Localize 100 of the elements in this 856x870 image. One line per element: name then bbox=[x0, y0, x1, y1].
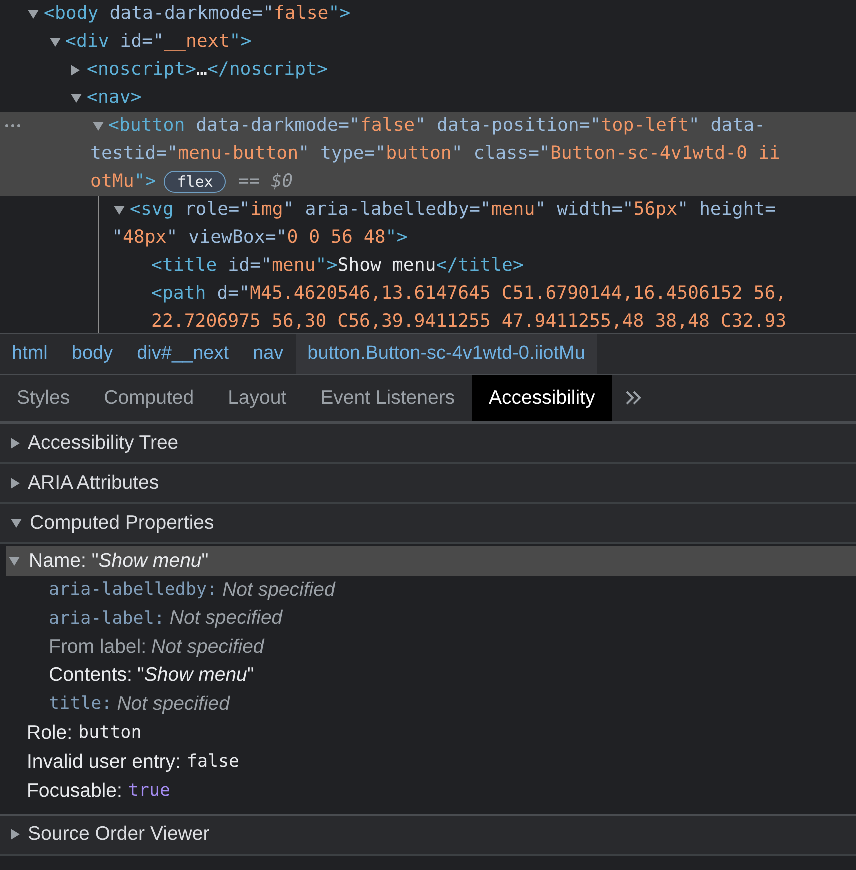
panel-tab[interactable]: Event Listeners bbox=[304, 375, 472, 421]
section-title: Computed Properties bbox=[30, 512, 214, 534]
code-token: <button bbox=[108, 114, 186, 138]
breadcrumb-item[interactable]: body bbox=[60, 334, 126, 374]
code-token: data-darkmode bbox=[108, 2, 252, 26]
code-token: <nav> bbox=[87, 86, 142, 110]
code-token: =" bbox=[528, 142, 550, 166]
source-label: Contents: bbox=[49, 664, 132, 688]
code-token: menu-button bbox=[178, 142, 299, 166]
property-label: Focusable: bbox=[27, 780, 122, 802]
code-token: 0 0 56 48 bbox=[287, 226, 386, 250]
code-token: =" bbox=[469, 198, 492, 222]
code-token: " bbox=[688, 114, 700, 138]
code-token: " bbox=[283, 198, 294, 222]
code-token: Button-sc-4v1wtd-0 ii bbox=[550, 142, 780, 166]
code-token: =" bbox=[228, 282, 250, 306]
code-token: =" bbox=[156, 142, 178, 166]
section-header[interactable]: ARIA Attributes bbox=[0, 464, 856, 504]
caret-down-icon[interactable] bbox=[114, 206, 125, 215]
code-token: id bbox=[227, 254, 250, 278]
code-token: =" bbox=[252, 2, 274, 26]
code-token: data- bbox=[710, 114, 766, 138]
panel-tab[interactable]: Layout bbox=[211, 375, 304, 421]
section-title: ARIA Attributes bbox=[28, 472, 160, 494]
section-header[interactable]: Accessibility Tree bbox=[0, 424, 856, 464]
panel-tab[interactable]: Styles bbox=[0, 375, 88, 421]
code-token: <noscript> bbox=[87, 58, 196, 82]
code-token: =" bbox=[612, 198, 634, 222]
source-label: aria-label: bbox=[49, 608, 165, 629]
code-token: "> bbox=[230, 30, 252, 54]
code-token: <div bbox=[66, 30, 110, 54]
code-token: otMu bbox=[90, 170, 134, 194]
code-token: M45.4620546,13.6147645 C51.6790144,16.4506152 56, bbox=[250, 282, 787, 306]
caret-down-icon[interactable] bbox=[92, 122, 104, 131]
code-token: role bbox=[184, 198, 229, 222]
code-token: menu bbox=[491, 198, 536, 222]
console-reference: == $0 bbox=[238, 170, 294, 194]
code-token: data-darkmode bbox=[195, 114, 338, 138]
more-icon[interactable] bbox=[4, 123, 22, 129]
breadcrumb-item[interactable]: button.Button-sc-4v1wtd-0.iiotMu bbox=[296, 334, 598, 374]
caret-down-icon[interactable] bbox=[50, 38, 60, 47]
code-token: " bbox=[452, 142, 463, 166]
code-token: =" bbox=[338, 114, 360, 138]
code-token: img bbox=[250, 198, 284, 222]
code-token: </noscript> bbox=[207, 58, 328, 82]
property-label: Role: bbox=[27, 722, 73, 744]
breadcrumb-item[interactable]: div#__next bbox=[125, 334, 242, 374]
code-token: <path bbox=[152, 282, 206, 306]
code-token: Show menu bbox=[338, 254, 436, 278]
source-value: Not specified bbox=[117, 692, 230, 716]
code-token: 22.7206975 56,30 C56,39.9411255 47.9411255,48 38,48 C32.93 bbox=[152, 310, 787, 333]
code-token: =" bbox=[579, 114, 602, 138]
code-token: class bbox=[472, 142, 529, 166]
accessible-name: Name: "Show menu" bbox=[29, 550, 209, 572]
section-title: Source Order Viewer bbox=[28, 823, 210, 846]
code-token: "> bbox=[386, 226, 408, 250]
double-chevron-icon[interactable] bbox=[626, 391, 642, 405]
panel-tab[interactable]: Computed bbox=[87, 375, 212, 421]
code-token: false bbox=[360, 114, 416, 138]
property-value: button bbox=[78, 723, 142, 743]
code-token: __next bbox=[164, 30, 230, 54]
code-token: </title> bbox=[436, 254, 524, 278]
caret-down-icon[interactable] bbox=[71, 94, 82, 103]
caret-down-icon[interactable] bbox=[28, 10, 39, 19]
property-value: false bbox=[186, 752, 240, 772]
source-value: Not specified bbox=[170, 607, 283, 630]
source-label: aria-labelledby: bbox=[49, 580, 218, 600]
caret-right-icon[interactable] bbox=[71, 65, 80, 76]
code-token: data-position bbox=[436, 114, 580, 138]
code-token: … bbox=[196, 58, 208, 82]
source-label: title: bbox=[49, 694, 112, 714]
code-token: =" bbox=[250, 254, 272, 278]
code-token: testid bbox=[90, 142, 156, 166]
caret-down-icon[interactable] bbox=[9, 556, 20, 566]
code-token: " bbox=[112, 226, 123, 250]
section-header[interactable]: Computed Properties bbox=[0, 504, 856, 544]
panel-tab[interactable]: Accessibility bbox=[472, 375, 612, 421]
breadcrumb-item[interactable]: html bbox=[0, 334, 60, 374]
code-token: " bbox=[298, 142, 310, 166]
breadcrumb-item[interactable]: nav bbox=[241, 334, 296, 374]
code-token: type bbox=[319, 142, 364, 166]
code-token: " bbox=[166, 226, 178, 250]
section-title: Accessibility Tree bbox=[28, 432, 179, 454]
code-token: " bbox=[535, 198, 546, 222]
code-token: 48px bbox=[122, 226, 167, 250]
property-value: true bbox=[128, 781, 171, 801]
code-token: =" bbox=[228, 198, 250, 222]
code-token: id bbox=[119, 30, 142, 54]
section-header[interactable]: Source Order Viewer bbox=[0, 816, 856, 856]
code-token: =" bbox=[364, 142, 386, 166]
flex-badge[interactable]: flex bbox=[164, 171, 226, 193]
code-token: menu bbox=[272, 254, 316, 278]
code-token: button bbox=[386, 142, 452, 166]
code-token: "> bbox=[316, 254, 338, 278]
code-token: "> bbox=[134, 170, 156, 194]
code-token: viewBox bbox=[188, 226, 266, 250]
code-token: " bbox=[678, 198, 689, 222]
code-token: 56px bbox=[634, 198, 678, 222]
source-label: From label: bbox=[49, 636, 147, 659]
code-token: d bbox=[216, 282, 228, 306]
